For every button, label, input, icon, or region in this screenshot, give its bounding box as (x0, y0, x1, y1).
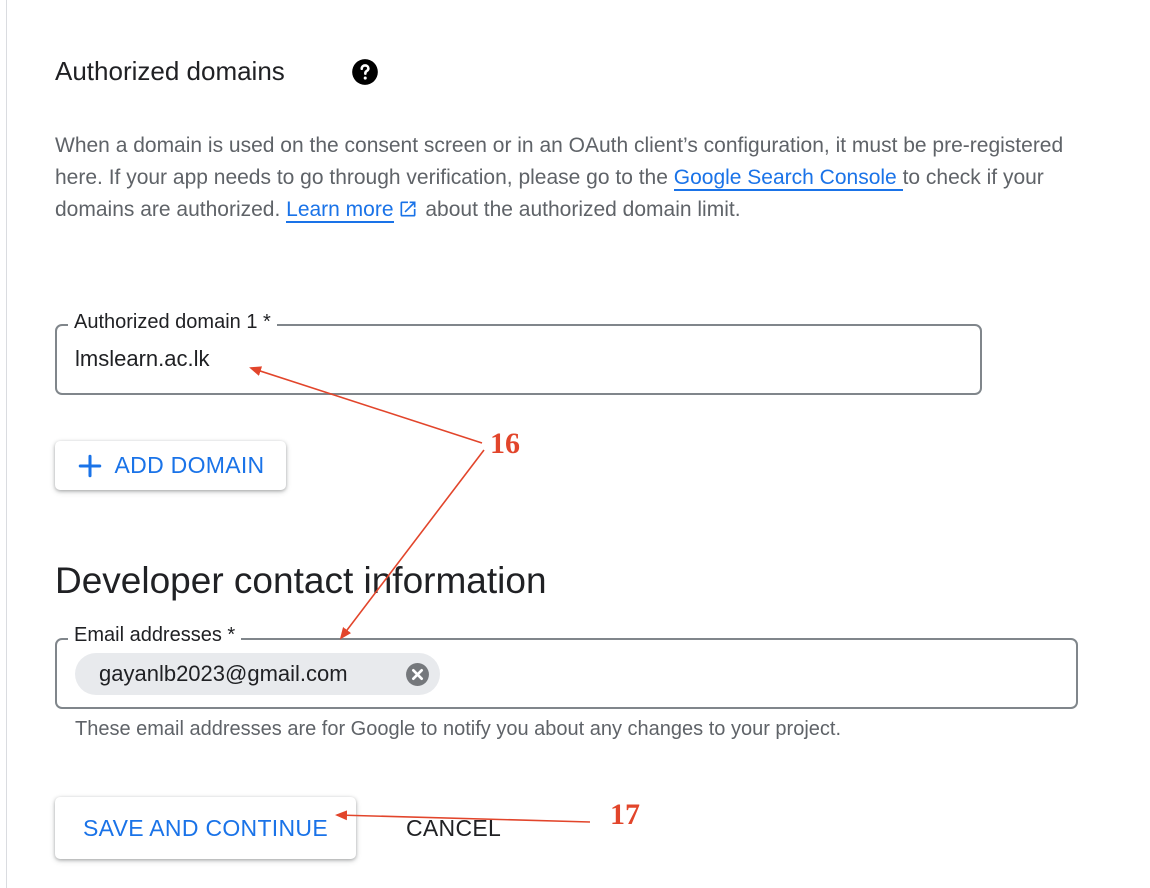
authorized-domains-title: Authorized domains (55, 56, 285, 86)
google-search-console-link[interactable]: Google Search Console (673, 166, 903, 191)
left-divider (6, 0, 7, 888)
help-circle-icon[interactable] (351, 58, 379, 86)
save-and-continue-button[interactable]: SAVE AND CONTINUE (55, 797, 356, 859)
annotation-step-16: 16 (490, 427, 520, 460)
add-domain-button[interactable]: ADD DOMAIN (55, 441, 286, 490)
plus-icon (78, 454, 101, 477)
developer-contact-title: Developer contact information (55, 560, 547, 601)
authorized-domain-input[interactable]: lmslearn.ac.lk (75, 346, 209, 372)
save-and-continue-label: SAVE AND CONTINUE (83, 814, 328, 841)
add-domain-label: ADD DOMAIN (114, 452, 265, 478)
email-chip-label: gayanlb2023@gmail.com (99, 661, 348, 686)
authorized-domains-description: When a domain is used on the consent scr… (55, 130, 1075, 226)
email-addresses-label: Email addresses * (68, 624, 242, 647)
authorized-domain-label: Authorized domain 1 * (68, 311, 277, 334)
email-helper-text: These email addresses are for Google to … (75, 718, 841, 740)
learn-more-link[interactable]: Learn more (286, 198, 394, 223)
annotation-arrow-16-email (339, 449, 485, 640)
open-in-new-icon[interactable] (398, 199, 418, 219)
description-text-3: about the authorized domain limit. (419, 198, 741, 221)
cancel-circle-icon[interactable] (405, 662, 430, 687)
email-chip[interactable]: gayanlb2023@gmail.com (75, 653, 440, 695)
cancel-button[interactable]: CANCEL (406, 815, 501, 842)
annotation-step-17: 17 (610, 798, 640, 831)
